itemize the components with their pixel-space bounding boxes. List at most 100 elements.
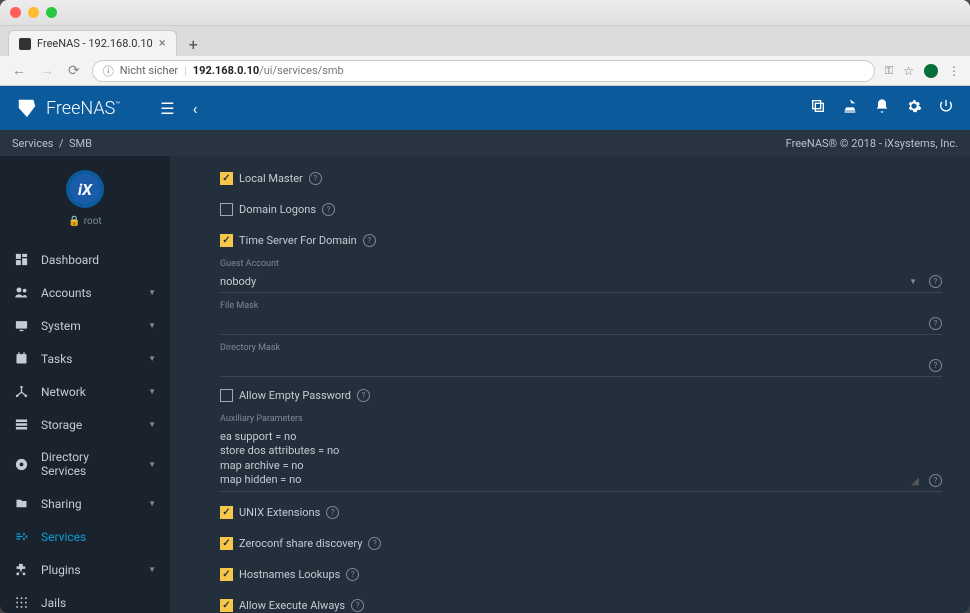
help-icon[interactable]: ? (368, 537, 381, 550)
chevron-down-icon: ▼ (148, 420, 156, 429)
sidebar-item-services[interactable]: Services (0, 520, 170, 553)
address-bar[interactable]: ⓘ Nicht sicher | 192.168.0.10/ui/service… (92, 60, 875, 82)
help-icon[interactable]: ? (322, 203, 335, 216)
local-master-checkbox[interactable] (220, 172, 233, 185)
sidebar-item-label: Sharing (41, 497, 82, 511)
sidebar-item-label: Services (41, 530, 86, 544)
copy-icon[interactable] (810, 98, 826, 118)
aux-params-label: Auxiliary Parameters (220, 414, 942, 424)
chevron-down-icon: ▼ (148, 460, 156, 469)
nav-back-button[interactable]: ← (10, 62, 28, 79)
time-server-checkbox[interactable] (220, 234, 233, 247)
sidebar-item-label: Directory Services (41, 450, 136, 478)
tab-close-icon[interactable]: × (159, 36, 166, 51)
allow-empty-password-checkbox[interactable] (220, 389, 233, 402)
menu-toggle-icon[interactable]: ☰ (160, 99, 174, 118)
sidebar-item-sharing[interactable]: Sharing ▼ (0, 487, 170, 520)
key-icon[interactable]: ⚿ (885, 64, 893, 78)
security-label: Nicht sicher (120, 64, 178, 77)
notifications-icon[interactable] (874, 98, 890, 118)
sidebar-item-label: Plugins (41, 563, 81, 577)
help-icon[interactable]: ? (929, 474, 942, 487)
sidebar-item-label: Tasks (41, 352, 73, 366)
browser-tab[interactable]: FreeNAS - 192.168.0.10 × (8, 30, 177, 56)
sidebar-item-directory-services[interactable]: Directory Services ▼ (0, 441, 170, 487)
chevron-down-icon: ▼ (148, 288, 156, 297)
sidebar-item-dashboard[interactable]: Dashboard (0, 243, 170, 276)
sidebar-item-system[interactable]: System▼ (0, 309, 170, 342)
sidebar-item-network[interactable]: Network ▼ (0, 375, 170, 408)
allow-execute-checkbox[interactable] (220, 599, 233, 612)
sidebar-item-tasks[interactable]: Tasks ▼ (0, 342, 170, 375)
unix-extensions-label: UNIX Extensions (239, 506, 320, 519)
sidebar-item-label: Jails (41, 596, 66, 610)
help-icon[interactable]: ? (929, 317, 942, 330)
tab-title: FreeNAS - 192.168.0.10 (37, 37, 153, 50)
unix-extensions-checkbox[interactable] (220, 506, 233, 519)
breadcrumb-services[interactable]: Services (12, 137, 53, 150)
sidebar-item-label: Storage (41, 418, 82, 432)
breadcrumb: Services / SMB FreeNAS® © 2018 - iXsyste… (0, 130, 970, 156)
brand: FreeNAS™ (16, 97, 120, 119)
window-maximize-button[interactable] (46, 7, 57, 18)
local-master-label: Local Master (239, 172, 303, 185)
theme-icon[interactable] (842, 98, 858, 118)
help-icon[interactable]: ? (351, 599, 364, 612)
help-icon[interactable]: ? (346, 568, 359, 581)
power-icon[interactable] (938, 98, 954, 118)
domain-logons-checkbox[interactable] (220, 203, 233, 216)
chevron-down-icon: ▼ (148, 387, 156, 396)
guest-account-select[interactable]: nobody▼? (220, 271, 942, 293)
brand-icon (16, 97, 38, 119)
breadcrumb-smb: SMB (69, 137, 92, 150)
star-icon[interactable]: ☆ (903, 64, 914, 78)
chevron-down-icon: ▼ (148, 499, 156, 508)
sidebar-item-label: Dashboard (41, 253, 99, 267)
sidebar: iX 🔒 root DashboardAccounts▼System▼Tasks… (0, 156, 170, 613)
chevron-down-icon: ▼ (148, 354, 156, 363)
aux-params-textarea[interactable]: ea support = no store dos attributes = n… (220, 430, 911, 487)
copyright-text: FreeNAS® © 2018 - iXsystems, Inc. (786, 137, 958, 150)
chevron-down-icon: ▼ (148, 565, 156, 574)
window-close-button[interactable] (10, 7, 21, 18)
sidebar-item-accounts[interactable]: Accounts ▼ (0, 276, 170, 309)
settings-icon[interactable] (906, 98, 922, 118)
sidebar-item-storage[interactable]: Storage ▼ (0, 408, 170, 441)
sidebar-item-plugins[interactable]: Plugins ▼ (0, 553, 170, 586)
help-icon[interactable]: ? (929, 275, 942, 288)
sidebar-item-jails[interactable]: Jails (0, 586, 170, 613)
help-icon[interactable]: ? (326, 506, 339, 519)
back-icon[interactable]: ‹ (193, 99, 198, 118)
new-tab-button[interactable]: + (183, 33, 204, 56)
file-mask-input[interactable] (220, 317, 923, 330)
browser-menu-icon[interactable]: ⋮ (948, 64, 960, 78)
hostnames-lookups-label: Hostnames Lookups (239, 568, 340, 581)
brand-text: FreeNAS (46, 98, 115, 119)
help-icon[interactable]: ? (309, 172, 322, 185)
zeroconf-checkbox[interactable] (220, 537, 233, 550)
help-icon[interactable]: ? (363, 234, 376, 247)
nav-forward-button[interactable]: → (38, 62, 56, 79)
sidebar-user[interactable]: 🔒 root (68, 216, 101, 227)
info-icon[interactable]: ⓘ (103, 63, 114, 79)
sidebar-item-label: Accounts (41, 286, 92, 300)
allow-empty-password-label: Allow Empty Password (239, 389, 351, 402)
chevron-down-icon: ▼ (148, 321, 156, 330)
help-icon[interactable]: ? (929, 359, 942, 372)
window-titlebar (0, 0, 970, 26)
form-content: Local Master? Domain Logons? Time Server… (170, 156, 970, 613)
nav-reload-button[interactable]: ⟳ (66, 63, 82, 79)
sidebar-item-label: Network (41, 385, 86, 399)
sidebar-username: root (84, 216, 102, 227)
favicon (19, 38, 31, 50)
window-minimize-button[interactable] (28, 7, 39, 18)
ix-logo-icon: iX (66, 170, 104, 208)
directory-mask-input[interactable] (220, 359, 923, 372)
help-icon[interactable]: ? (357, 389, 370, 402)
zeroconf-label: Zeroconf share discovery (239, 537, 362, 550)
resize-icon[interactable]: ◢ (911, 476, 923, 487)
profile-avatar[interactable] (924, 64, 938, 78)
hostnames-lookups-checkbox[interactable] (220, 568, 233, 581)
app-topbar: FreeNAS™ ☰ ‹ (0, 86, 970, 130)
url-host: 192.168.0.10 (193, 64, 259, 77)
